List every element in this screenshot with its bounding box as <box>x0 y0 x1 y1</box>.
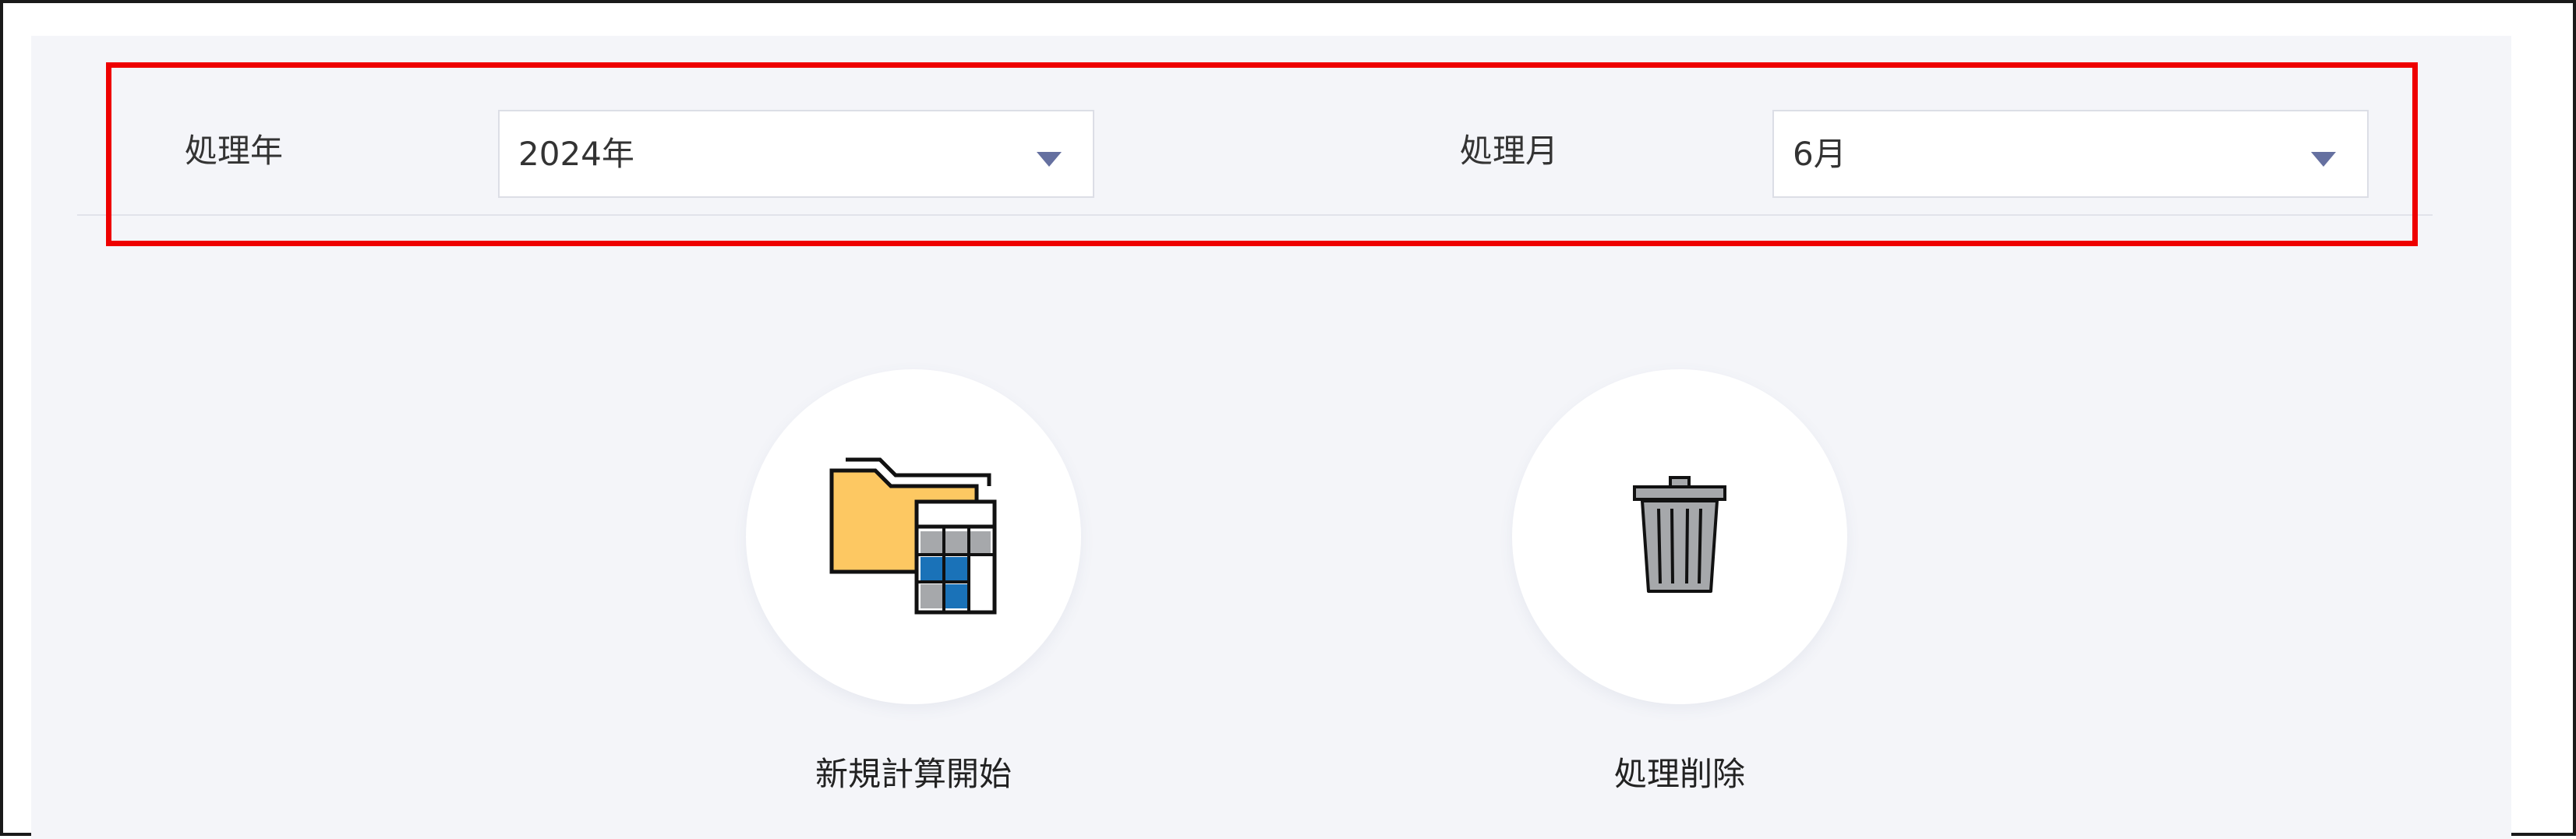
new-calculation-circle[interactable] <box>746 369 1081 704</box>
screenshot-frame: 処理年 2024年 処理月 6月 新規計算開始 処理削除 <box>0 0 2576 839</box>
trash-can-icon <box>1633 476 1726 593</box>
delete-processing-circle[interactable] <box>1512 369 1847 704</box>
highlight-box <box>106 62 2418 246</box>
folder-calculator-icon <box>829 457 997 615</box>
delete-processing-label: 処理削除 <box>1613 755 1745 793</box>
new-calculation-label: 新規計算開始 <box>814 755 1012 793</box>
